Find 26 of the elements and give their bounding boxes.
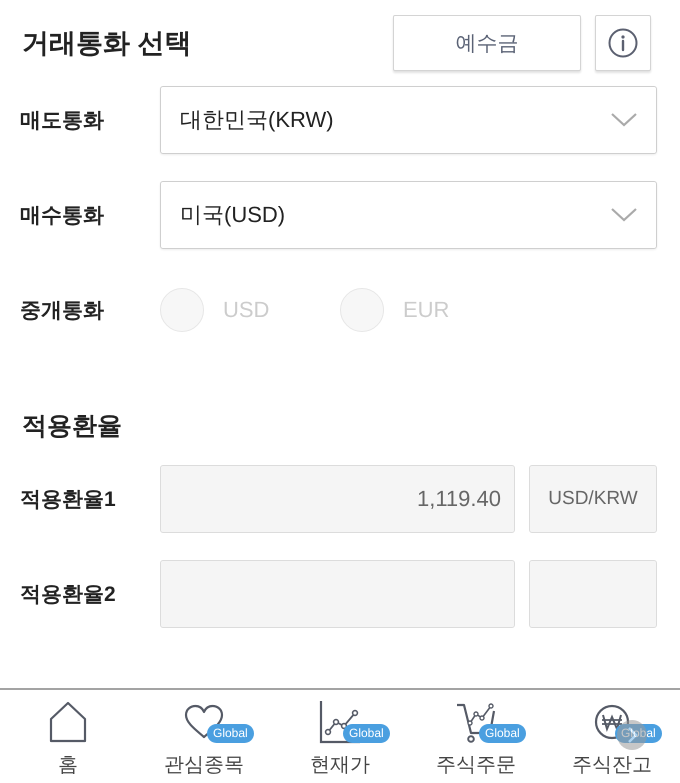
section-title: 적용환율 [22,411,122,442]
field-label: 적용환율2 [20,582,117,608]
field-label: 매수통화 [20,203,105,229]
section-title: 거래통화 선택 [22,27,192,60]
nav-tab[interactable]: Global 현재가 [272,690,408,783]
market-badge: Global [479,724,526,743]
nav-tab[interactable]: Global 관심종목 [136,690,272,783]
chevron-down-icon [610,207,638,223]
unit-field: USD/KRW [529,465,657,533]
nav-tab[interactable]: Global 주식잔고 [544,690,680,783]
market-badge: Global [615,724,662,743]
field-label: 적용환율1 [20,487,117,513]
currency-dropdown[interactable]: 미국(USD) [160,181,657,249]
field-label: 매도통화 [20,108,105,134]
rate-field: 1,119.40 [160,465,515,533]
nav-tab[interactable]: 홈 [0,690,136,783]
nav-tab[interactable]: Global 주식주문 [408,690,544,783]
currency-dropdown[interactable]: 대한민국(KRW) [160,86,657,154]
market-badge: Global [343,724,390,743]
market-badge: Global [207,724,254,743]
deposit-button[interactable]: 예수금 [393,15,581,71]
info-button[interactable] [595,15,651,71]
home-icon [49,701,87,743]
field-label: 중개통화 [20,298,105,324]
info-icon[interactable] [608,28,638,58]
chevron-down-icon [610,112,638,128]
